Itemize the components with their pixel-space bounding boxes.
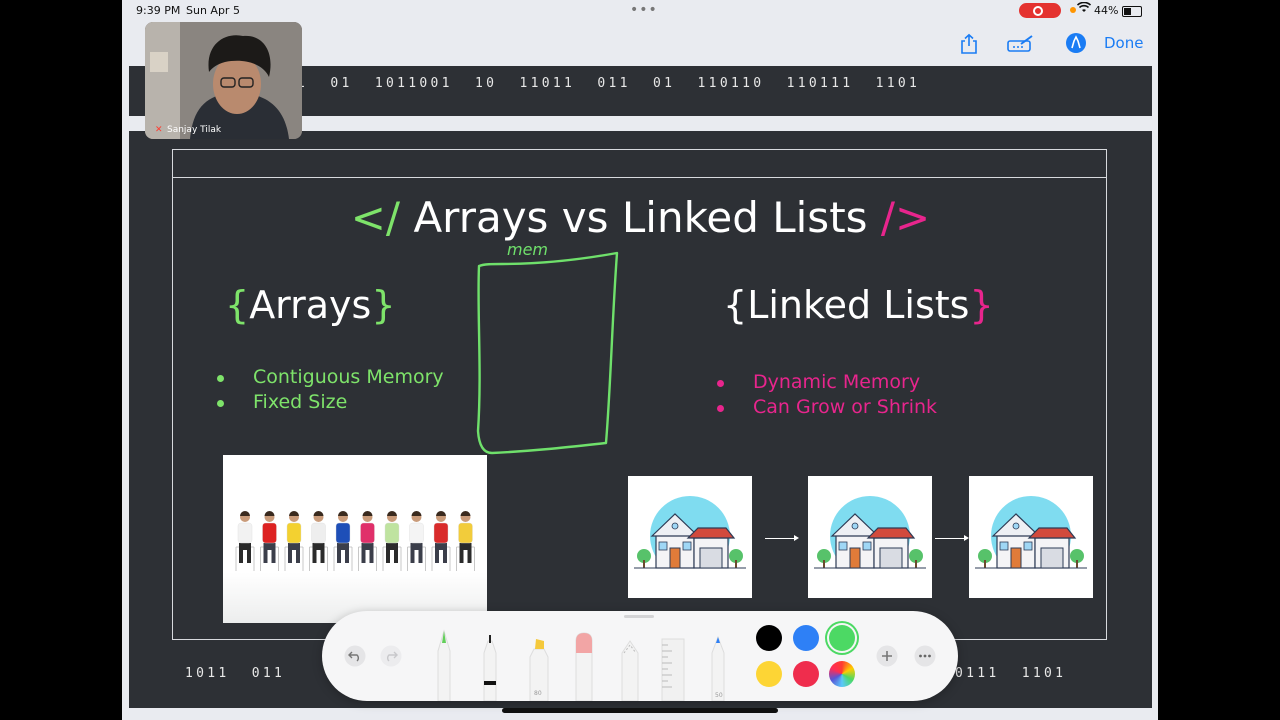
house-icon [628, 496, 752, 598]
ll-brace-open: { [723, 283, 748, 327]
battery-icon [1122, 6, 1142, 17]
color-blue-swatch[interactable] [793, 625, 819, 651]
linked-lists-heading: {Linked Lists} [723, 283, 994, 327]
arrays-brace-close: } [371, 283, 396, 327]
house-node-3-image [969, 476, 1093, 598]
arrays-heading-text: Arrays [249, 283, 372, 327]
fineliner-tool-icon [483, 635, 497, 701]
drawing-palette[interactable]: 80 50 [322, 611, 958, 701]
done-button[interactable]: Done [1104, 34, 1143, 52]
person-figure [284, 511, 304, 571]
status-date: Sun Apr 5 [186, 4, 240, 17]
person-figure [382, 511, 402, 571]
person-figure [333, 511, 353, 571]
wifi-icon [1076, 1, 1092, 16]
person-figure [431, 511, 451, 571]
mic-muted-icon: ✕ [155, 125, 163, 135]
person-figure [260, 511, 279, 571]
list-item: Fixed Size [215, 391, 444, 416]
binary-text-top: 1 01 1011001 10 11011 011 01 110110 1101… [297, 76, 921, 91]
handwriting-text: mem [507, 240, 548, 259]
frame-divider [173, 177, 1106, 178]
arrow-icon [935, 535, 969, 541]
arrays-heading: {Arrays} [225, 283, 396, 327]
list-item: Contiguous Memory [215, 366, 444, 391]
more-options-icon[interactable] [914, 645, 936, 671]
linked-lists-bullets: Dynamic Memory Can Grow or Shrink [715, 371, 937, 421]
home-indicator[interactable] [502, 708, 778, 713]
handwritten-memory-box: mem [476, 240, 619, 455]
person-figure [456, 511, 475, 571]
pencil-label: 50 [715, 692, 723, 699]
binary-text-bottom-left: 1011 011 [185, 666, 286, 681]
pen-tool-icon [437, 629, 451, 701]
share-icon[interactable] [959, 33, 979, 59]
color-yellow-swatch[interactable] [756, 661, 782, 687]
color-green-swatch-selected[interactable] [829, 625, 855, 651]
color-black-swatch[interactable] [756, 625, 782, 651]
arrays-bullets: Contiguous Memory Fixed Size [215, 366, 444, 416]
multitasking-dots-icon[interactable]: ••• [630, 2, 658, 18]
webcam-overlay[interactable]: ✕ Sanjay Tilak [145, 22, 302, 139]
arrow-icon [765, 535, 799, 541]
person-figure [235, 511, 255, 571]
screen-recording-icon[interactable] [1019, 3, 1061, 18]
battery-percent: 44% [1094, 4, 1119, 17]
palette-grabber[interactable] [624, 615, 654, 618]
pencil-circle-icon[interactable] [1065, 32, 1087, 58]
person-figure [309, 511, 328, 571]
lasso-tool-icon [621, 640, 639, 701]
eraser-tool-icon [575, 632, 593, 701]
pencil-tool-icon: 50 [711, 635, 725, 701]
list-item: Dynamic Memory [715, 371, 937, 396]
house-icon [808, 496, 932, 598]
ll-brace-close: } [969, 283, 994, 327]
undo-icon[interactable] [344, 645, 366, 671]
people-in-a-row-image [223, 455, 487, 623]
slide[interactable]: </ Arrays vs Linked Lists /> {Arrays} Co… [129, 131, 1152, 652]
redo-icon[interactable] [380, 645, 402, 671]
arrays-brace-open: { [225, 283, 250, 327]
mic-indicator-icon [1070, 7, 1076, 13]
ruler-tool-icon [661, 638, 685, 701]
participant-name: Sanjay Tilak [167, 125, 222, 135]
status-bar: 9:39 PM Sun Apr 5 ••• 44% [122, 0, 1158, 22]
title-open-tag: </ [350, 193, 401, 242]
tool-row[interactable]: 80 50 [432, 623, 732, 701]
house-node-1-image [628, 476, 752, 598]
marker-tool-icon: 80 [529, 639, 549, 701]
pen-tray-icon[interactable] [1007, 35, 1035, 57]
house-icon [969, 496, 1093, 598]
person-figure [358, 511, 377, 571]
add-tool-icon[interactable] [876, 645, 898, 671]
status-time: 9:39 PM [136, 4, 181, 17]
color-red-swatch[interactable] [793, 661, 819, 687]
color-picker-icon[interactable] [829, 661, 855, 687]
slide-title: </ Arrays vs Linked Lists /> [129, 193, 1152, 242]
title-close-tag: /> [880, 193, 931, 242]
binary-text-bottom-right: 0111 1101 [955, 666, 1067, 681]
webcam-feed-image [145, 22, 302, 139]
ll-heading-text: Linked Lists [747, 283, 970, 327]
list-item: Can Grow or Shrink [715, 396, 937, 421]
person-figure [407, 511, 426, 571]
marker-label: 80 [534, 690, 542, 697]
house-node-2-image [808, 476, 932, 598]
